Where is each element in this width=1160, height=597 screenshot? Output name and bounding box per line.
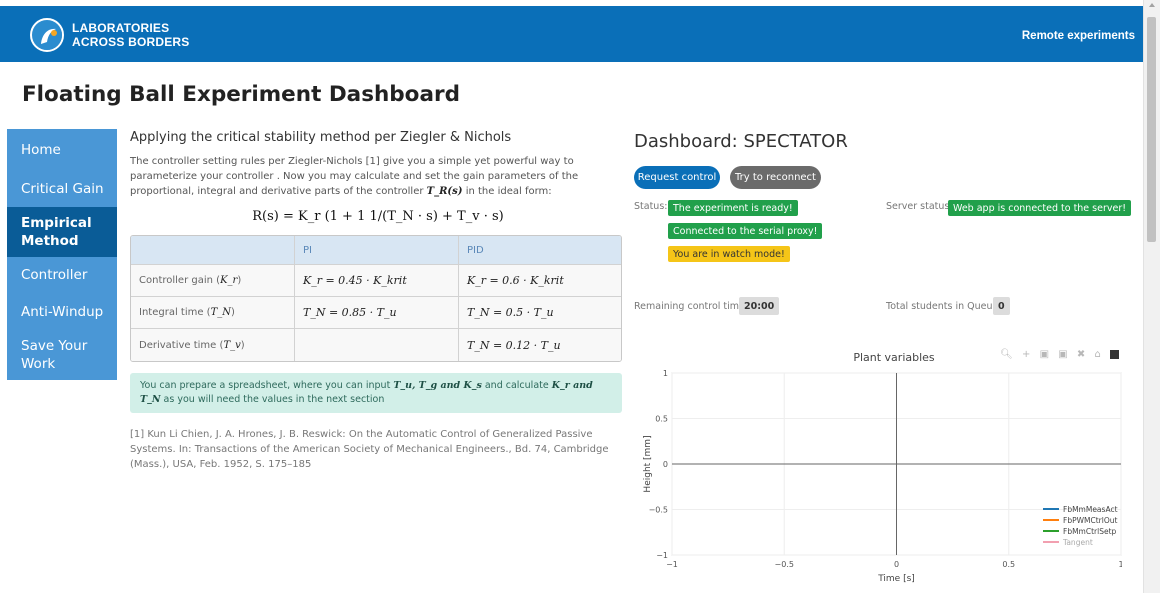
hint-inputs: T_u, T_g and K_s bbox=[393, 380, 482, 391]
table-cell-label: Derivative time (T_v) bbox=[131, 329, 295, 361]
table-header-cell: PI bbox=[295, 236, 459, 265]
table-cell-label: Controller gain (K_r) bbox=[131, 265, 295, 297]
legend-label: FbPWMCtrlOut bbox=[1063, 516, 1117, 525]
plotly-logo-icon[interactable] bbox=[1110, 349, 1119, 359]
intro-text-end: in the ideal form: bbox=[465, 186, 552, 197]
try-reconnect-button[interactable]: Try to reconnect bbox=[730, 166, 821, 189]
sidebar-item-label: Critical Gain bbox=[21, 180, 104, 197]
status-badge-ready: The experiment is ready! bbox=[668, 200, 798, 216]
sidebar-item-label: Anti-Windup bbox=[21, 303, 104, 320]
logo-line-1: LABORATORIES bbox=[72, 21, 170, 35]
legend-label: Tangent bbox=[1062, 538, 1093, 547]
autoscale-icon[interactable]: ✖ bbox=[1077, 349, 1088, 360]
y-tick-label: 0.5 bbox=[655, 415, 668, 424]
pid-formula: R(s) = K_r (1 + 1 1/(T_N · s) + T_v · s) bbox=[252, 209, 504, 224]
remote-experiments-link[interactable]: Remote experiments bbox=[1022, 30, 1135, 42]
reset-icon[interactable]: ⌂ bbox=[1094, 349, 1103, 360]
row-label: Derivative time bbox=[139, 339, 217, 351]
y-tick-label: −0.5 bbox=[649, 506, 668, 515]
status-label: Status: bbox=[634, 201, 668, 212]
reference-text: [1] Kun Li Chien, J. A. Hrones, J. B. Re… bbox=[130, 429, 609, 470]
zoom-in-icon[interactable]: ▣ bbox=[1040, 349, 1052, 360]
sidebar-item-anti-windup[interactable]: Anti-Windup bbox=[7, 293, 117, 330]
status-badge-proxy: Connected to the serial proxy! bbox=[668, 223, 823, 239]
ziegler-nichols-table: PI PID Controller gain (K_r) K_r = 0.45 … bbox=[130, 235, 622, 362]
zoom-icon[interactable]: 🔍︎ bbox=[1000, 349, 1016, 360]
table-row: Controller gain (K_r) K_r = 0.45 · K_kri… bbox=[131, 265, 621, 297]
x-tick-label: 0 bbox=[894, 560, 899, 569]
x-tick-label: −1 bbox=[666, 560, 678, 569]
table-cell-pid: K_r = 0.6 · K_krit bbox=[459, 265, 621, 297]
hint-text: You can prepare a spreadsheet, where you… bbox=[140, 380, 391, 391]
queue-value: 0 bbox=[993, 297, 1010, 315]
server-status-badge: Web app is connected to the server! bbox=[948, 200, 1132, 216]
logo-text[interactable]: LABORATORIES ACROSS BORDERS bbox=[72, 21, 189, 49]
y-axis-label: Height [mm] bbox=[643, 435, 653, 492]
sidebar-item-label: Empirical Method bbox=[21, 215, 92, 249]
table-cell-label: Integral time (T_N) bbox=[131, 297, 295, 329]
table-header-row: PI PID bbox=[131, 236, 621, 265]
x-axis-label: Time [s] bbox=[877, 574, 915, 584]
sidebar-item-label: Save Your Work bbox=[21, 338, 88, 372]
row-label-math: K_r bbox=[220, 275, 238, 286]
zoom-out-icon[interactable]: ▣ bbox=[1058, 349, 1070, 360]
x-tick-label: 0.5 bbox=[1002, 560, 1015, 569]
status-badge-watch: You are in watch mode! bbox=[668, 246, 790, 262]
y-tick-label: 1 bbox=[663, 369, 668, 378]
table-cell-pi: T_N = 0.85 · T_u bbox=[295, 297, 459, 329]
hint-text-end: as you will need the values in the next … bbox=[163, 394, 385, 405]
sidebar-item-home[interactable]: Home bbox=[7, 129, 117, 170]
remaining-time-value: 20:00 bbox=[739, 297, 780, 315]
table-header-cell bbox=[131, 236, 295, 265]
page-scrollbar[interactable] bbox=[1143, 0, 1160, 593]
legend-label: FbMmCtrlSetp bbox=[1063, 527, 1117, 536]
table-row: Derivative time (T_v) T_N = 0.12 · T_u bbox=[131, 329, 621, 361]
spreadsheet-hint: You can prepare a spreadsheet, where you… bbox=[130, 373, 622, 413]
table-cell-pi: K_r = 0.45 · K_krit bbox=[295, 265, 459, 297]
row-label-math: T_v bbox=[223, 339, 241, 351]
x-tick-label: −0.5 bbox=[775, 560, 794, 569]
lab-logo-icon[interactable] bbox=[30, 18, 64, 52]
sidebar-item-label: Home bbox=[21, 141, 61, 158]
sidebar-item-save-your-work[interactable]: Save Your Work bbox=[7, 330, 117, 380]
table-row: Integral time (T_N) T_N = 0.85 · T_u T_N… bbox=[131, 297, 621, 329]
method-content: Applying the critical stability method p… bbox=[130, 130, 626, 472]
y-tick-label: 0 bbox=[663, 460, 668, 469]
table-header-cell: PID bbox=[459, 236, 621, 265]
row-label: Integral time bbox=[139, 307, 204, 318]
remaining-time-label: Remaining control time: bbox=[634, 301, 749, 312]
queue-label: Total students in Queue: bbox=[886, 301, 1002, 312]
section-heading: Applying the critical stability method p… bbox=[130, 130, 512, 145]
table-cell-pid: T_N = 0.12 · T_u bbox=[459, 329, 621, 361]
sidebar-item-critical-gain[interactable]: Critical Gain bbox=[7, 170, 117, 207]
request-control-button[interactable]: Request control bbox=[634, 166, 720, 189]
sidebar-item-empirical-method[interactable]: Empirical Method bbox=[7, 207, 117, 257]
hint-text-mid: and calculate bbox=[484, 380, 549, 391]
plot-modebar: 🔍︎ + ▣ ▣ ✖ ⌂ bbox=[1000, 349, 1119, 360]
sidebar-item-controller[interactable]: Controller bbox=[7, 257, 117, 293]
legend-label: FbMmMeasAct bbox=[1063, 505, 1118, 514]
sidebar-item-label: Controller bbox=[21, 267, 88, 283]
y-tick-label: −1 bbox=[656, 551, 668, 560]
table-cell-pid: T_N = 0.5 · T_u bbox=[459, 297, 621, 329]
plant-variables-plot[interactable]: Plant variables 🔍︎ + ▣ ▣ ✖ ⌂ −1 −0.5 0 0.5 1… bbox=[634, 345, 1124, 593]
x-tick-label: 1 bbox=[1118, 560, 1122, 569]
logo-line-2: ACROSS BORDERS bbox=[72, 35, 190, 49]
row-label: Controller gain bbox=[139, 275, 213, 286]
intro-math: T_R(s) bbox=[426, 186, 463, 197]
dashboard-title: Dashboard: SPECTATOR bbox=[634, 131, 848, 152]
server-status-label: Server status: bbox=[886, 201, 953, 212]
row-label-math: T_N bbox=[210, 307, 232, 318]
page-title: Floating Ball Experiment Dashboard bbox=[22, 82, 460, 107]
scroll-up-icon[interactable] bbox=[1149, 3, 1155, 7]
pan-icon[interactable]: + bbox=[1022, 349, 1033, 360]
table-cell-pi bbox=[295, 329, 459, 361]
scroll-thumb[interactable] bbox=[1147, 17, 1156, 242]
plot-canvas[interactable]: −1 −0.5 0 0.5 1 1 0.5 0 −0.5 −1 Time [s] Height [mm… bbox=[634, 345, 1124, 593]
top-navbar: LABORATORIES ACROSS BORDERS Remote exper… bbox=[0, 6, 1143, 62]
intro-paragraph: The controller setting rules per Ziegler… bbox=[130, 154, 626, 199]
sidebar: Home Critical Gain Empirical Method Cont… bbox=[7, 129, 117, 380]
